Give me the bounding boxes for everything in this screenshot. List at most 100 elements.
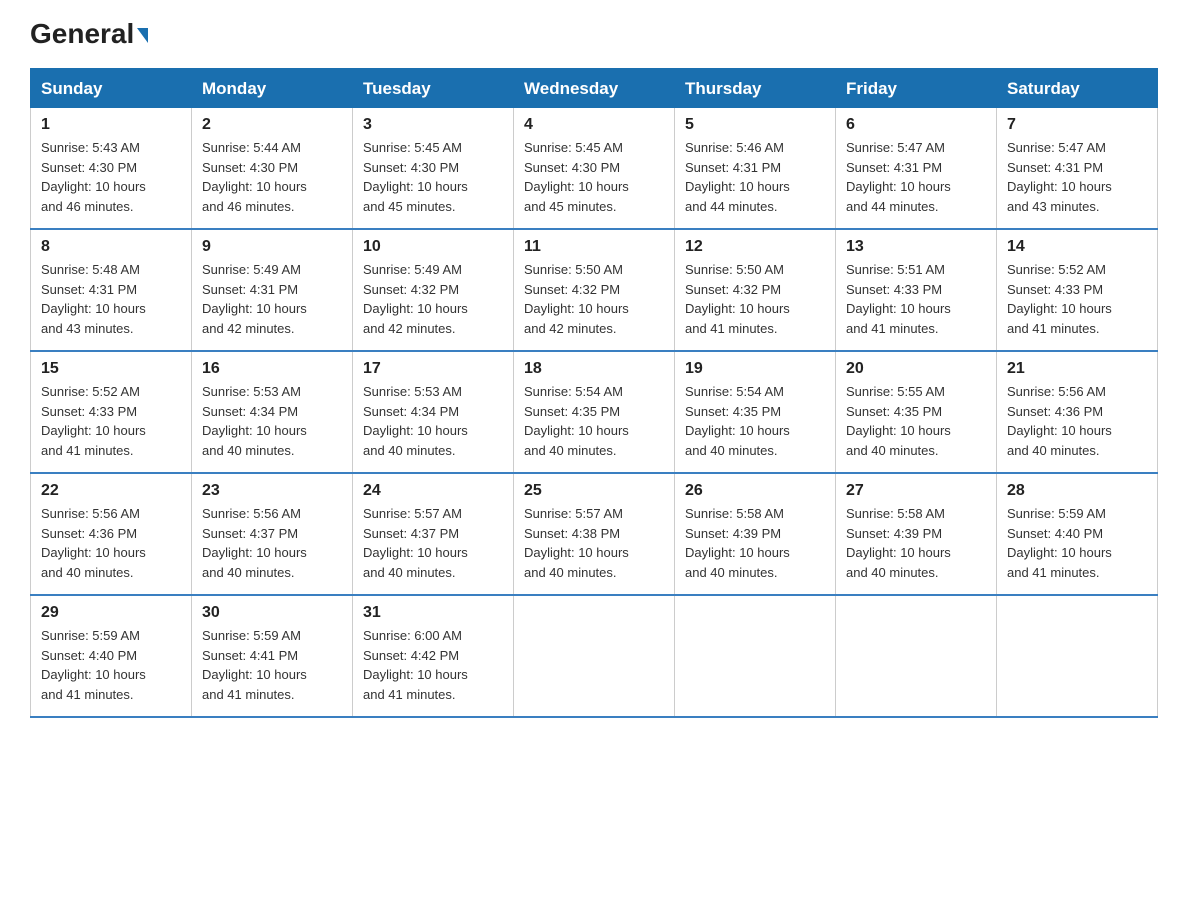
calendar-cell <box>675 595 836 717</box>
calendar-cell: 12 Sunrise: 5:50 AMSunset: 4:32 PMDaylig… <box>675 229 836 351</box>
day-number: 1 <box>41 116 181 134</box>
day-number: 6 <box>846 116 986 134</box>
day-number: 23 <box>202 482 342 500</box>
week-row-3: 15 Sunrise: 5:52 AMSunset: 4:33 PMDaylig… <box>31 351 1158 473</box>
calendar-cell: 5 Sunrise: 5:46 AMSunset: 4:31 PMDayligh… <box>675 108 836 230</box>
calendar-cell: 6 Sunrise: 5:47 AMSunset: 4:31 PMDayligh… <box>836 108 997 230</box>
calendar-cell <box>836 595 997 717</box>
day-number: 19 <box>685 360 825 378</box>
calendar-cell: 17 Sunrise: 5:53 AMSunset: 4:34 PMDaylig… <box>353 351 514 473</box>
calendar-cell: 29 Sunrise: 5:59 AMSunset: 4:40 PMDaylig… <box>31 595 192 717</box>
calendar-body: 1 Sunrise: 5:43 AMSunset: 4:30 PMDayligh… <box>31 108 1158 718</box>
week-row-1: 1 Sunrise: 5:43 AMSunset: 4:30 PMDayligh… <box>31 108 1158 230</box>
day-info: Sunrise: 5:47 AMSunset: 4:31 PMDaylight:… <box>1007 140 1112 214</box>
day-info: Sunrise: 5:56 AMSunset: 4:36 PMDaylight:… <box>41 506 146 580</box>
header-monday: Monday <box>192 69 353 108</box>
day-number: 14 <box>1007 238 1147 256</box>
day-info: Sunrise: 5:55 AMSunset: 4:35 PMDaylight:… <box>846 384 951 458</box>
day-number: 8 <box>41 238 181 256</box>
calendar-cell: 16 Sunrise: 5:53 AMSunset: 4:34 PMDaylig… <box>192 351 353 473</box>
header-saturday: Saturday <box>997 69 1158 108</box>
calendar-cell: 22 Sunrise: 5:56 AMSunset: 4:36 PMDaylig… <box>31 473 192 595</box>
day-info: Sunrise: 5:49 AMSunset: 4:31 PMDaylight:… <box>202 262 307 336</box>
calendar-cell: 9 Sunrise: 5:49 AMSunset: 4:31 PMDayligh… <box>192 229 353 351</box>
day-info: Sunrise: 5:58 AMSunset: 4:39 PMDaylight:… <box>685 506 790 580</box>
calendar-table: SundayMondayTuesdayWednesdayThursdayFrid… <box>30 68 1158 718</box>
day-number: 2 <box>202 116 342 134</box>
day-info: Sunrise: 5:51 AMSunset: 4:33 PMDaylight:… <box>846 262 951 336</box>
day-number: 9 <box>202 238 342 256</box>
logo: General <box>30 20 148 50</box>
day-number: 4 <box>524 116 664 134</box>
header-friday: Friday <box>836 69 997 108</box>
day-number: 28 <box>1007 482 1147 500</box>
day-info: Sunrise: 5:46 AMSunset: 4:31 PMDaylight:… <box>685 140 790 214</box>
day-number: 5 <box>685 116 825 134</box>
day-number: 11 <box>524 238 664 256</box>
day-info: Sunrise: 5:45 AMSunset: 4:30 PMDaylight:… <box>363 140 468 214</box>
header-tuesday: Tuesday <box>353 69 514 108</box>
day-info: Sunrise: 5:54 AMSunset: 4:35 PMDaylight:… <box>524 384 629 458</box>
calendar-cell: 28 Sunrise: 5:59 AMSunset: 4:40 PMDaylig… <box>997 473 1158 595</box>
day-info: Sunrise: 6:00 AMSunset: 4:42 PMDaylight:… <box>363 628 468 702</box>
calendar-cell: 14 Sunrise: 5:52 AMSunset: 4:33 PMDaylig… <box>997 229 1158 351</box>
day-number: 10 <box>363 238 503 256</box>
day-info: Sunrise: 5:59 AMSunset: 4:41 PMDaylight:… <box>202 628 307 702</box>
day-info: Sunrise: 5:57 AMSunset: 4:38 PMDaylight:… <box>524 506 629 580</box>
calendar-cell: 19 Sunrise: 5:54 AMSunset: 4:35 PMDaylig… <box>675 351 836 473</box>
day-info: Sunrise: 5:53 AMSunset: 4:34 PMDaylight:… <box>363 384 468 458</box>
calendar-cell: 31 Sunrise: 6:00 AMSunset: 4:42 PMDaylig… <box>353 595 514 717</box>
day-number: 27 <box>846 482 986 500</box>
calendar-cell: 21 Sunrise: 5:56 AMSunset: 4:36 PMDaylig… <box>997 351 1158 473</box>
header-row: SundayMondayTuesdayWednesdayThursdayFrid… <box>31 69 1158 108</box>
day-number: 31 <box>363 604 503 622</box>
calendar-cell: 24 Sunrise: 5:57 AMSunset: 4:37 PMDaylig… <box>353 473 514 595</box>
day-number: 13 <box>846 238 986 256</box>
day-number: 18 <box>524 360 664 378</box>
day-number: 22 <box>41 482 181 500</box>
day-info: Sunrise: 5:59 AMSunset: 4:40 PMDaylight:… <box>41 628 146 702</box>
day-info: Sunrise: 5:53 AMSunset: 4:34 PMDaylight:… <box>202 384 307 458</box>
day-info: Sunrise: 5:52 AMSunset: 4:33 PMDaylight:… <box>41 384 146 458</box>
day-info: Sunrise: 5:47 AMSunset: 4:31 PMDaylight:… <box>846 140 951 214</box>
day-number: 26 <box>685 482 825 500</box>
day-info: Sunrise: 5:50 AMSunset: 4:32 PMDaylight:… <box>524 262 629 336</box>
day-info: Sunrise: 5:44 AMSunset: 4:30 PMDaylight:… <box>202 140 307 214</box>
day-number: 7 <box>1007 116 1147 134</box>
week-row-5: 29 Sunrise: 5:59 AMSunset: 4:40 PMDaylig… <box>31 595 1158 717</box>
calendar-cell: 3 Sunrise: 5:45 AMSunset: 4:30 PMDayligh… <box>353 108 514 230</box>
day-number: 30 <box>202 604 342 622</box>
day-info: Sunrise: 5:57 AMSunset: 4:37 PMDaylight:… <box>363 506 468 580</box>
calendar-cell: 13 Sunrise: 5:51 AMSunset: 4:33 PMDaylig… <box>836 229 997 351</box>
day-info: Sunrise: 5:45 AMSunset: 4:30 PMDaylight:… <box>524 140 629 214</box>
day-number: 20 <box>846 360 986 378</box>
day-info: Sunrise: 5:56 AMSunset: 4:36 PMDaylight:… <box>1007 384 1112 458</box>
day-info: Sunrise: 5:43 AMSunset: 4:30 PMDaylight:… <box>41 140 146 214</box>
header-sunday: Sunday <box>31 69 192 108</box>
logo-triangle-icon <box>137 28 148 43</box>
day-info: Sunrise: 5:54 AMSunset: 4:35 PMDaylight:… <box>685 384 790 458</box>
day-number: 25 <box>524 482 664 500</box>
calendar-cell: 23 Sunrise: 5:56 AMSunset: 4:37 PMDaylig… <box>192 473 353 595</box>
calendar-header: SundayMondayTuesdayWednesdayThursdayFrid… <box>31 69 1158 108</box>
logo-general: General <box>30 20 148 48</box>
header-thursday: Thursday <box>675 69 836 108</box>
day-info: Sunrise: 5:58 AMSunset: 4:39 PMDaylight:… <box>846 506 951 580</box>
day-info: Sunrise: 5:52 AMSunset: 4:33 PMDaylight:… <box>1007 262 1112 336</box>
day-number: 21 <box>1007 360 1147 378</box>
day-info: Sunrise: 5:50 AMSunset: 4:32 PMDaylight:… <box>685 262 790 336</box>
day-number: 17 <box>363 360 503 378</box>
day-number: 24 <box>363 482 503 500</box>
day-info: Sunrise: 5:59 AMSunset: 4:40 PMDaylight:… <box>1007 506 1112 580</box>
week-row-2: 8 Sunrise: 5:48 AMSunset: 4:31 PMDayligh… <box>31 229 1158 351</box>
calendar-cell: 25 Sunrise: 5:57 AMSunset: 4:38 PMDaylig… <box>514 473 675 595</box>
calendar-cell: 2 Sunrise: 5:44 AMSunset: 4:30 PMDayligh… <box>192 108 353 230</box>
calendar-cell <box>514 595 675 717</box>
header-wednesday: Wednesday <box>514 69 675 108</box>
day-number: 3 <box>363 116 503 134</box>
calendar-cell: 18 Sunrise: 5:54 AMSunset: 4:35 PMDaylig… <box>514 351 675 473</box>
calendar-cell: 15 Sunrise: 5:52 AMSunset: 4:33 PMDaylig… <box>31 351 192 473</box>
day-number: 29 <box>41 604 181 622</box>
day-info: Sunrise: 5:56 AMSunset: 4:37 PMDaylight:… <box>202 506 307 580</box>
calendar-cell: 7 Sunrise: 5:47 AMSunset: 4:31 PMDayligh… <box>997 108 1158 230</box>
